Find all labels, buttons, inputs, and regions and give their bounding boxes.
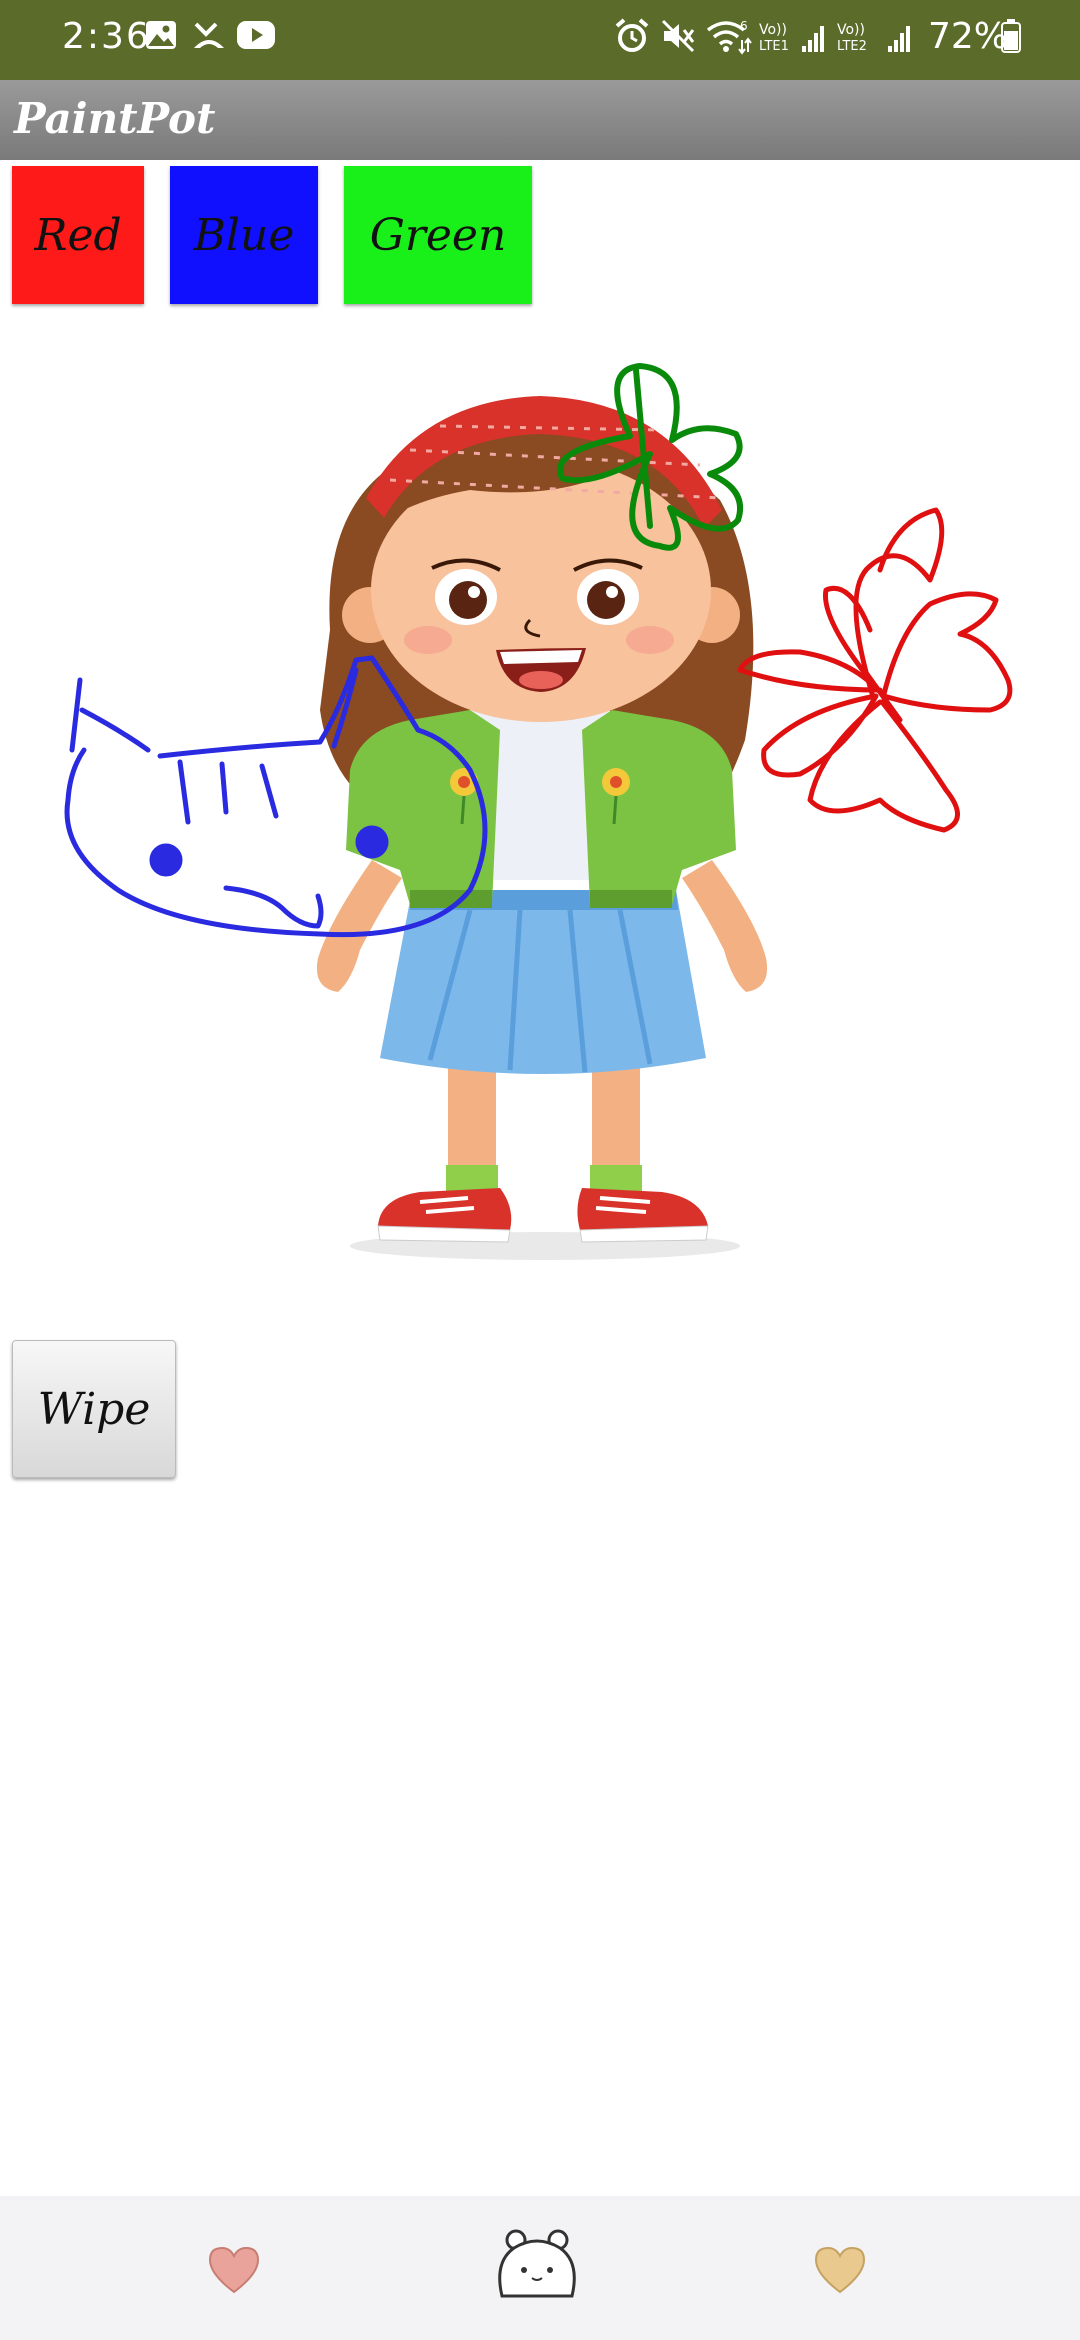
- app-bar: PaintPot: [0, 80, 1080, 160]
- mute-icon: [661, 19, 695, 53]
- svg-text:6: 6: [740, 19, 748, 33]
- red-flower-drawing: [737, 507, 1013, 833]
- heart-icon[interactable]: [812, 2244, 868, 2296]
- svg-text:Vo)): Vo)): [759, 22, 787, 38]
- bottom-nav-bar: [0, 2196, 1080, 2340]
- wipe-button-label: Wipe: [37, 1383, 151, 1435]
- green-button[interactable]: Green: [344, 166, 532, 304]
- green-button-label: Green: [369, 209, 507, 261]
- lte2-signal-icon: Vo)) LTE2: [837, 22, 910, 54]
- youtube-icon: [237, 21, 275, 49]
- red-button-label: Red: [34, 209, 122, 261]
- status-time: 2:36: [62, 16, 151, 57]
- gallery-icon: [146, 21, 176, 49]
- svg-text:Vo)): Vo)): [837, 22, 865, 38]
- battery-icon: [1001, 19, 1021, 53]
- drawing-canvas[interactable]: [0, 330, 1080, 1330]
- bear-icon[interactable]: [492, 2226, 582, 2306]
- heart-icon[interactable]: [206, 2244, 262, 2296]
- app-title: PaintPot: [14, 94, 216, 143]
- lte1-signal-icon: Vo)) LTE1: [759, 22, 824, 54]
- blue-button[interactable]: Blue: [170, 166, 318, 304]
- status-bar: 2:36 6 Vo)) LTE1 Vo)) LTE2 72%: [0, 0, 1080, 80]
- alarm-icon: [615, 18, 649, 52]
- blue-button-label: Blue: [193, 209, 295, 261]
- missed-call-icon: [194, 22, 224, 48]
- svg-text:LTE1: LTE1: [759, 39, 789, 54]
- wifi-icon: 6: [706, 19, 752, 55]
- wipe-button[interactable]: Wipe: [12, 1340, 176, 1478]
- red-button[interactable]: Red: [12, 166, 144, 304]
- battery-percent: 72%: [928, 16, 1009, 57]
- svg-text:LTE2: LTE2: [837, 39, 867, 54]
